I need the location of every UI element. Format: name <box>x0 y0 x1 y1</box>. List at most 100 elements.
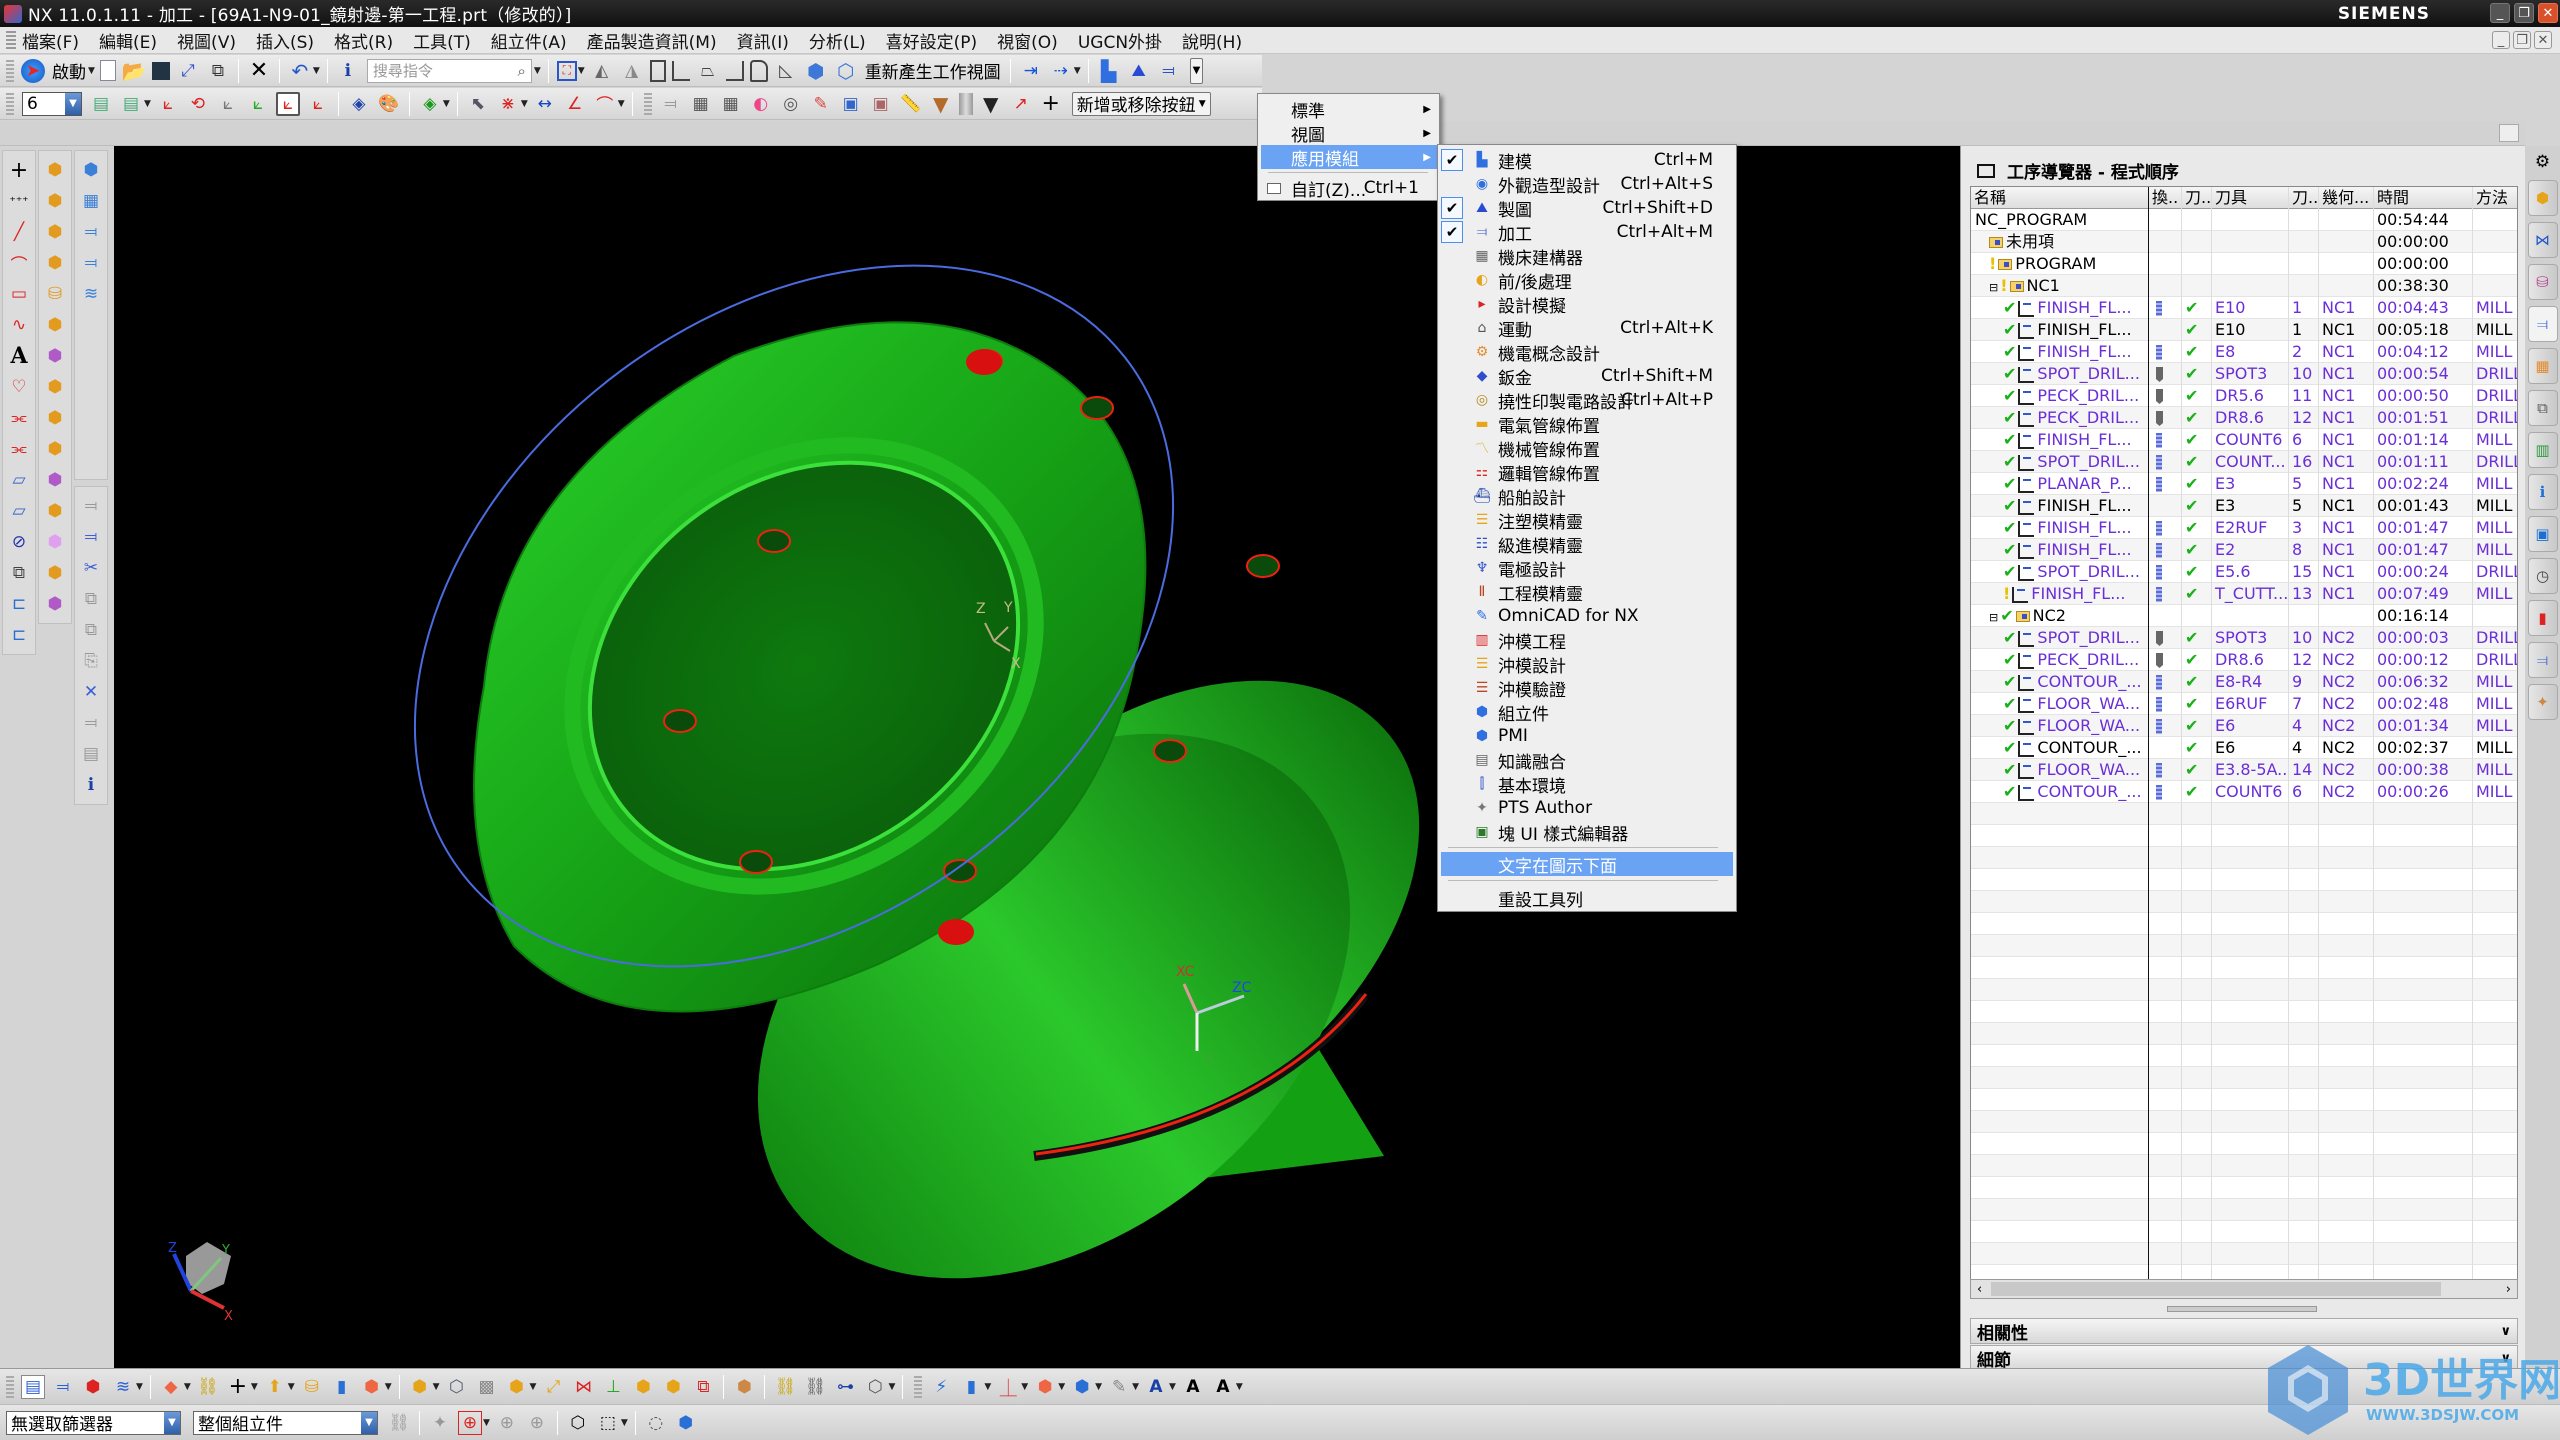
feature-control-icon[interactable]: ⬢ <box>1033 1375 1057 1399</box>
rapid-dimension-icon[interactable]: ▮ <box>959 1375 983 1399</box>
cylinder-part-icon[interactable]: ⛁ <box>42 281 68 307</box>
measure-arc-icon[interactable]: ⌒ <box>593 92 617 116</box>
copy-icon[interactable]: ⧉ <box>206 59 230 83</box>
create-tool-icon[interactable]: ▦ <box>78 188 104 214</box>
app-menu-item[interactable]: ✔ ⛰ 製圖 Ctrl+Shift+D <box>1441 196 1733 221</box>
collapse-toggle-icon[interactable]: ⊟ <box>1989 611 1998 624</box>
isoparametric-curve-icon[interactable]: ⊘ <box>6 529 32 555</box>
mesh-body-icon[interactable]: ⬢ <box>360 1375 384 1399</box>
tool-color-icon[interactable]: ▣ <box>869 92 893 116</box>
app-menu-item[interactable]: ▦ 機床建構器 <box>1441 244 1733 269</box>
app-menu-item[interactable]: ⚙ 機電概念設計 <box>1441 340 1733 365</box>
app-menu-item[interactable]: ⬢ PMI <box>1441 724 1733 748</box>
operation-row[interactable]: ✔ PECK_DRIL... ✔ DR8.6 12 NC2 00:00:12 DRILL <box>1971 649 2517 671</box>
new-file-icon[interactable] <box>99 60 116 81</box>
operation-row[interactable]: ✔ SPOT_DRIL... ✔ SPOT3 10 NC2 00:00:03 DRILL <box>1971 627 2517 649</box>
machining-method-view-icon[interactable]: ≋ <box>111 1375 135 1399</box>
pattern-icon[interactable]: ⬢ <box>631 1375 655 1399</box>
app-menu-item[interactable]: ⬢ 組立件 <box>1441 700 1733 725</box>
tool-holder-icon[interactable]: ⫤ <box>659 92 683 116</box>
project-curve-icon[interactable]: ⫘ <box>6 436 32 462</box>
save-icon[interactable] <box>151 61 170 80</box>
operation-row[interactable]: ✔ FLOOR_WA... ✔ E6 4 NC2 00:01:34 MILL <box>1971 715 2517 737</box>
operation-row[interactable]: ✔ SPOT_DRIL... ✔ COUNT... 16 NC1 00:01:11 DRILL <box>1971 451 2517 473</box>
reuse-library-tab[interactable]: ▥ <box>2527 432 2558 468</box>
scrollbar-thumb[interactable] <box>1991 1282 2441 1296</box>
create-method-icon[interactable]: ⫤ <box>78 250 104 276</box>
menu-tools[interactable]: 工具(T) <box>413 28 471 53</box>
snap-point-icon[interactable]: ✦ <box>428 1411 452 1435</box>
wcs-save-icon[interactable]: ⟀ <box>306 92 330 116</box>
menu-edit[interactable]: 編輯(E) <box>99 28 157 53</box>
add-component-icon[interactable]: ⬢ <box>42 188 68 214</box>
dropdown-arrow[interactable]: ▼ <box>385 1382 392 1392</box>
operation-row[interactable]: ✔ PLANAR_P... ✔ E3 5 NC1 00:02:24 MILL <box>1971 473 2517 495</box>
wrap-curve-icon[interactable]: ⊏ <box>6 622 32 648</box>
shaded-edges-icon[interactable]: ◭ <box>590 59 614 83</box>
history-tab[interactable]: ▣ <box>2527 516 2558 552</box>
back-view-icon[interactable] <box>749 59 768 82</box>
datum-feature-icon[interactable]: ⏊ <box>996 1375 1020 1399</box>
section-curve-icon[interactable]: ⏥ <box>6 498 32 524</box>
find-component-icon[interactable]: ⬢ <box>408 1375 432 1399</box>
copy-operation-icon[interactable]: ⧉ <box>78 586 104 612</box>
app-menu-item[interactable]: ☰ 沖模驗證 <box>1441 676 1733 701</box>
dropdown-arrow[interactable]: ▼ <box>433 1382 440 1392</box>
wcs-origin-icon[interactable]: ⟀ <box>156 92 180 116</box>
shaded-icon[interactable]: ◮ <box>620 59 644 83</box>
hidden-part-icon[interactable]: ▩ <box>475 1375 499 1399</box>
ipw-icon[interactable]: ◎ <box>779 92 803 116</box>
create-operation-icon[interactable]: ≋ <box>78 281 104 307</box>
toolbar-grip[interactable] <box>6 59 14 82</box>
cylinder-tool-icon[interactable] <box>958 92 973 115</box>
start-button[interactable]: 啟動 <box>52 58 86 83</box>
tool-visual-tab[interactable]: ⫤ <box>2527 642 2558 678</box>
menu-ugcn-plugin[interactable]: UGCN外掛 <box>1078 28 1162 53</box>
move-to-layer-icon[interactable]: ▤ <box>119 92 143 116</box>
dropdown-arrow[interactable]: ▼ <box>1095 1382 1102 1392</box>
operation-row[interactable]: ✔ FINISH_FL... ✔ E2RUF 3 NC1 00:01:47 MILL <box>1971 517 2517 539</box>
app-menu-item[interactable]: ◉ 外觀造型設計 Ctrl+Alt+S <box>1441 172 1733 197</box>
extract-curve-icon[interactable]: ⊏ <box>6 591 32 617</box>
dropdown-arrow[interactable]: ▼ <box>1132 1382 1139 1392</box>
mirror-assembly-icon[interactable]: ⬢ <box>42 436 68 462</box>
extrude-icon[interactable]: ⬆ <box>263 1375 287 1399</box>
measure-angle-icon[interactable]: ∠ <box>563 92 587 116</box>
point-icon[interactable]: + <box>6 157 32 183</box>
curve-on-surface-icon[interactable]: ♡ <box>6 374 32 400</box>
exploded-icon[interactable]: ⬡ <box>863 1375 887 1399</box>
exploded-view-icon[interactable]: ⬢ <box>42 529 68 555</box>
select-face-icon[interactable]: ⬡ <box>566 1411 590 1435</box>
app-menu-item[interactable]: ▣ 塊 UI 樣式編輯器 <box>1441 820 1733 845</box>
dropdown-arrow[interactable]: ▼ <box>621 1418 628 1428</box>
operation-color-icon[interactable]: ▣ <box>839 92 863 116</box>
crosshair-icon[interactable]: + <box>1039 91 1063 116</box>
modeling-app-icon[interactable]: ▙ <box>1097 59 1121 83</box>
pattern-component-icon[interactable]: ⬢ <box>42 405 68 431</box>
arc-icon[interactable]: ⌒ <box>6 250 32 276</box>
text-icon[interactable]: A <box>6 343 32 369</box>
rectangle-icon[interactable]: ▭ <box>6 281 32 307</box>
open-folder-icon[interactable]: 📂 <box>121 59 146 83</box>
menu-window[interactable]: 視窗(O) <box>997 28 1058 53</box>
quick-pick-icon[interactable]: ⊕ <box>525 1411 549 1435</box>
menu-item-standard[interactable]: 標準 ▶ <box>1261 97 1437 122</box>
app-menu-item[interactable]: ♆ 電極設計 <box>1441 556 1733 581</box>
text-search-icon[interactable]: A <box>1181 1375 1205 1399</box>
operation-row[interactable]: ✔ FINISH_FL... ✔ E8 2 NC1 00:04:12 MILL <box>1971 341 2517 363</box>
feature-navigator-tab[interactable]: ⧉ <box>2527 390 2558 426</box>
block-feature-icon[interactable]: ▮ <box>330 1375 354 1399</box>
app-menu-item[interactable]: ☰ 沖模設計 <box>1441 652 1733 677</box>
tree-info-icon[interactable]: ⊶ <box>833 1375 857 1399</box>
line-icon[interactable]: ╱ <box>6 219 32 245</box>
layer-settings-icon[interactable]: ▤ <box>89 92 113 116</box>
intersection-curve-icon[interactable]: ⏥ <box>6 467 32 493</box>
check-clearance-icon[interactable]: ⬢ <box>42 498 68 524</box>
assembly-constraint-icon[interactable]: ⬢ <box>42 219 68 245</box>
column-header-time[interactable]: 時間 <box>2374 187 2473 209</box>
delete-component-icon[interactable]: ⬢ <box>42 374 68 400</box>
operation-row[interactable]: ✔ CONTOUR_... ✔ COUNT6 6 NC2 00:00:26 MILL <box>1971 781 2517 803</box>
paste-operation-icon[interactable]: ⧉ <box>78 617 104 643</box>
view-dropdown-arrow[interactable]: ▼ <box>136 1382 143 1392</box>
operation-row[interactable]: ✔ FINISH_FL... ✔ E10 1 NC1 00:05:18 MILL <box>1971 319 2517 341</box>
